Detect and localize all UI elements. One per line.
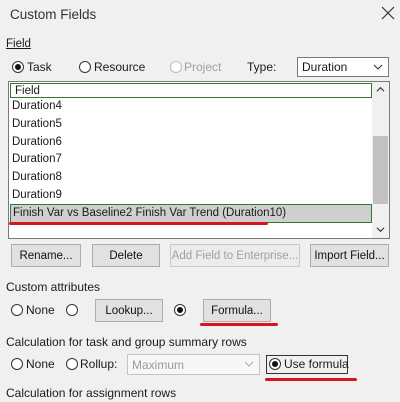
radio-project-label: Project: [184, 60, 222, 74]
radio-summary-none-indicator[interactable]: [11, 358, 23, 370]
red-annotation-underline: [265, 378, 357, 381]
add-field-to-enterprise-button[interactable]: Add Field to Enterprise...: [170, 244, 300, 267]
close-icon[interactable]: [378, 3, 398, 23]
radio-use-formula-label: Use formula: [284, 357, 349, 371]
import-field-button[interactable]: Import Field...: [310, 244, 389, 267]
chevron-down-icon: [373, 64, 383, 70]
radio-use-formula-indicator[interactable]: [269, 358, 281, 370]
radio-lookup-indicator[interactable]: [66, 304, 78, 316]
radio-resource[interactable]: [79, 61, 91, 73]
chevron-down-icon[interactable]: [376, 225, 385, 234]
radio-task-label: Task: [27, 60, 52, 74]
radio-formula-indicator[interactable]: [174, 304, 186, 316]
field-section-label: Field: [6, 38, 31, 50]
chevron-up-icon[interactable]: [376, 85, 385, 94]
chevron-down-icon: [244, 361, 254, 367]
radio-summary-none[interactable]: [11, 358, 23, 370]
type-label: Type:: [247, 60, 277, 74]
radio-task-indicator[interactable]: [12, 61, 24, 73]
list-scrollbar[interactable]: [372, 82, 389, 238]
radio-task[interactable]: [12, 61, 24, 73]
rollup-dropdown-value: Maximum: [132, 357, 185, 372]
custom-attributes-label: Custom attributes: [6, 280, 101, 294]
radio-project: [170, 61, 182, 73]
radio-resource-label: Resource: [94, 60, 146, 74]
assignment-rows-label: Calculation for assignment rows: [6, 386, 177, 400]
radio-use-formula[interactable]: [269, 358, 281, 370]
list-item[interactable]: Duration6: [12, 134, 62, 151]
radio-resource-indicator[interactable]: [79, 61, 91, 73]
radio-rollup[interactable]: [66, 358, 78, 370]
radio-rollup-indicator[interactable]: [66, 358, 78, 370]
radio-attr-none-indicator[interactable]: [11, 304, 23, 316]
radio-project-indicator: [170, 61, 182, 73]
field-list[interactable]: Field Duration4 Duration5 Duration6 Dura…: [8, 81, 390, 239]
delete-button[interactable]: Delete: [92, 244, 160, 267]
radio-attr-none[interactable]: [11, 304, 23, 316]
list-item[interactable]: Duration4: [12, 98, 62, 115]
radio-summary-none-label: None: [26, 357, 55, 371]
rename-button[interactable]: Rename...: [11, 244, 81, 267]
type-dropdown[interactable]: Duration: [297, 57, 389, 77]
field-list-header: Field: [10, 83, 372, 98]
type-dropdown-value: Duration: [302, 60, 348, 74]
list-item[interactable]: Duration7: [12, 151, 62, 168]
list-item[interactable]: Duration8: [12, 169, 62, 186]
red-annotation-underline: [200, 323, 278, 326]
list-item[interactable]: Duration9: [12, 187, 62, 204]
red-annotation-underline: [9, 222, 268, 225]
rollup-dropdown[interactable]: Maximum: [127, 354, 260, 375]
radio-rollup-label: Rollup:: [80, 357, 118, 371]
list-item[interactable]: Duration5: [12, 116, 62, 133]
selected-list-item[interactable]: Finish Var vs Baseline2 Finish Var Trend…: [10, 204, 372, 223]
radio-formula[interactable]: [174, 304, 186, 316]
radio-lookup[interactable]: [66, 304, 78, 316]
selected-list-item-label: Finish Var vs Baseline2 Finish Var Trend…: [13, 207, 287, 219]
field-list-header-label: Field: [15, 85, 40, 97]
formula-button[interactable]: Formula...: [203, 299, 271, 322]
summary-rows-label: Calculation for task and group summary r…: [6, 335, 247, 349]
radio-attr-none-label: None: [26, 303, 55, 317]
lookup-button[interactable]: Lookup...: [95, 299, 163, 322]
scrollbar-thumb[interactable]: [373, 136, 388, 204]
dialog-title: Custom Fields: [10, 7, 97, 22]
